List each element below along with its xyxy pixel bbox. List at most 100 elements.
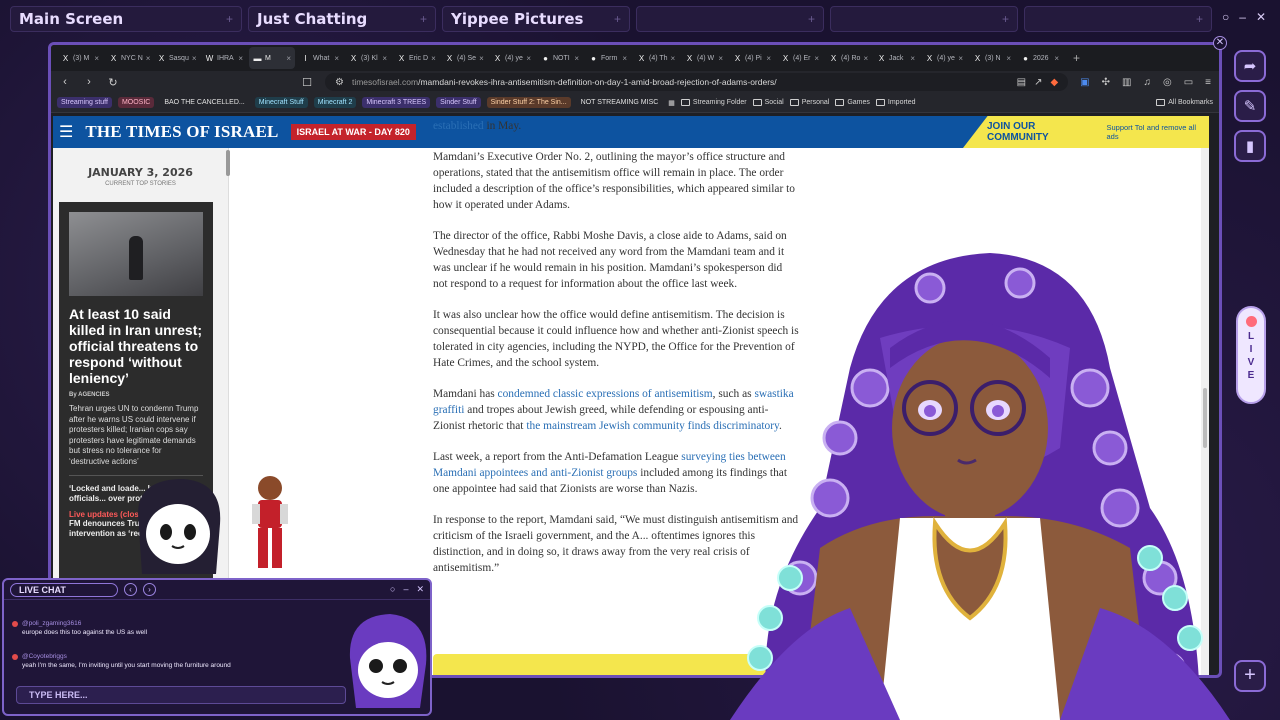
reader-icon[interactable]: ▤ — [1017, 77, 1026, 88]
tab-close-icon[interactable]: × — [1054, 54, 1059, 63]
join-community-banner[interactable]: JOIN OUR COMMUNITY Support ToI and remov… — [963, 116, 1209, 148]
sidebar-scrollbar[interactable] — [226, 150, 230, 176]
browser-tab[interactable]: ● Form × — [585, 47, 631, 69]
share-icon[interactable]: ➦ — [1234, 50, 1266, 82]
war-day-badge[interactable]: ISRAEL AT WAR - DAY 820 — [290, 124, 416, 140]
tab-close-icon[interactable]: × — [766, 54, 771, 63]
url-field[interactable]: ⚙ timesofisrael.com/mamdani-revokes-ihra… — [325, 73, 1069, 91]
bookmark-folder[interactable]: Streaming Folder — [680, 99, 747, 106]
tab-close-icon[interactable]: × — [622, 54, 627, 63]
chat-next-icon[interactable]: › — [143, 583, 156, 596]
plus-icon[interactable]: + — [808, 12, 815, 26]
plus-icon[interactable]: + — [1002, 12, 1009, 26]
browser-tab[interactable]: X (4) Se × — [441, 47, 487, 69]
browser-tab[interactable]: X Eric D × — [393, 47, 439, 69]
chat-minimize-icon[interactable]: – — [403, 584, 408, 595]
bookmark-item[interactable]: MOOSIC — [117, 97, 155, 108]
add-icon[interactable]: + — [1234, 660, 1266, 692]
scene-tab[interactable]: Main Screen + — [10, 6, 242, 32]
restore-icon[interactable]: ○ — [1222, 10, 1229, 24]
share-url-icon[interactable]: ↗ — [1034, 77, 1042, 88]
tab-close-icon[interactable]: × — [238, 54, 243, 63]
bookmark-item[interactable]: Minecraft 2 — [313, 97, 357, 108]
forward-icon[interactable]: › — [83, 76, 95, 88]
browser-tab[interactable]: X (4) W × — [681, 47, 727, 69]
back-icon[interactable]: ‹ — [59, 76, 71, 88]
close-icon[interactable]: ✕ — [1256, 10, 1266, 24]
browser-tab[interactable]: X (4) Pi × — [729, 47, 775, 69]
bookmark-icon[interactable]: ▮ — [1234, 130, 1266, 162]
article-link[interactable]: condemned classic expressions of antisem… — [498, 388, 713, 400]
plus-icon[interactable]: + — [420, 12, 427, 26]
tab-close-icon[interactable]: × — [863, 54, 868, 63]
browser-tab[interactable]: X (3) Kl × — [345, 47, 391, 69]
browser-close-icon[interactable]: ✕ — [1213, 36, 1227, 50]
tab-close-icon[interactable]: × — [574, 54, 579, 63]
bookmark-item[interactable]: Sinder Stuff 2: The Sin... — [486, 97, 571, 108]
music-icon[interactable]: ♫ — [1143, 77, 1151, 88]
browser-tab[interactable]: X (3) N × — [969, 47, 1015, 69]
bookmark-item[interactable]: Sinder Stuff — [436, 97, 481, 108]
bookmark-item[interactable]: BAO THE CANCELLED... — [160, 97, 248, 108]
browser-tab[interactable]: ● NOTI × — [537, 47, 583, 69]
scene-tab[interactable]: Just Chatting + — [248, 6, 436, 32]
tab-close-icon[interactable]: × — [958, 54, 963, 63]
extension-icon[interactable]: ▣ — [1080, 77, 1089, 88]
bookmark-item[interactable]: Streaming stuff — [57, 97, 112, 108]
article-link[interactable]: established — [433, 120, 484, 132]
browser-tab[interactable]: ● 2026 × — [1017, 47, 1063, 69]
chat-input[interactable]: TYPE HERE... — [16, 686, 346, 704]
scene-tab[interactable]: + — [636, 6, 824, 32]
chat-username[interactable]: @Coyotebriggs — [22, 653, 67, 660]
bookmark-folder[interactable]: Personal — [789, 99, 829, 106]
browser-tab[interactable]: X (4) Er × — [777, 47, 823, 69]
bookmark-item[interactable]: Minecraft Stuff — [254, 97, 308, 108]
hamburger-menu-icon[interactable]: ☰ — [59, 122, 73, 142]
chat-restore-icon[interactable]: ○ — [390, 584, 395, 595]
tab-close-icon[interactable]: × — [286, 54, 291, 63]
site-info-icon[interactable]: ⚙ — [335, 77, 344, 88]
scene-tab[interactable]: + — [830, 6, 1018, 32]
plus-icon[interactable]: + — [1196, 12, 1203, 26]
all-bookmarks[interactable]: All Bookmarks — [1156, 99, 1213, 106]
tab-close-icon[interactable]: × — [382, 54, 387, 63]
tab-close-icon[interactable]: × — [431, 54, 436, 63]
bookmark-item[interactable]: Minecraft 3 TREES — [362, 97, 431, 108]
wallet-icon[interactable]: ▭ — [1184, 77, 1193, 88]
minimize-icon[interactable]: – — [1239, 10, 1246, 24]
browser-tab[interactable]: I What × — [297, 47, 343, 69]
new-tab-icon[interactable]: + — [1065, 51, 1080, 65]
puzzle-icon[interactable]: ✣ — [1102, 77, 1110, 88]
bookmark-page-icon[interactable]: ☐ — [301, 76, 313, 89]
browser-tab[interactable]: W IHRA × — [201, 47, 247, 69]
tab-close-icon[interactable]: × — [334, 54, 339, 63]
browser-tab[interactable]: X (4) Th × — [633, 47, 679, 69]
tab-close-icon[interactable]: × — [146, 54, 151, 63]
tab-close-icon[interactable]: × — [671, 54, 676, 63]
browser-tab[interactable]: X (4) ye × — [921, 47, 967, 69]
sidebar-toggle-icon[interactable]: ▥ — [1122, 77, 1131, 88]
site-logo[interactable]: THE TIMES OF ISRAEL — [85, 122, 278, 142]
browser-tab[interactable]: X (4) ye × — [489, 47, 535, 69]
bookmark-folder[interactable]: Social — [752, 99, 784, 106]
tab-groups-icon[interactable]: ▦ — [668, 99, 675, 107]
reload-icon[interactable]: ↻ — [107, 76, 119, 89]
tab-close-icon[interactable]: × — [718, 54, 723, 63]
tab-close-icon[interactable]: × — [814, 54, 819, 63]
browser-tab[interactable]: X NYC N × — [105, 47, 151, 69]
tab-close-icon[interactable]: × — [94, 54, 99, 63]
story-headline[interactable]: At least 10 said killed in Iran unrest; … — [59, 306, 213, 386]
chat-close-icon[interactable]: ✕ — [416, 584, 424, 595]
browser-tab[interactable]: ▬ M × — [249, 47, 295, 69]
scene-tab[interactable]: Yippee Pictures + — [442, 6, 630, 32]
bookmark-folder[interactable]: Games — [835, 99, 870, 106]
menu-icon[interactable]: ≡ — [1205, 77, 1211, 88]
tab-close-icon[interactable]: × — [192, 54, 197, 63]
browser-tab[interactable]: X (3) M × — [57, 47, 103, 69]
plus-icon[interactable]: + — [226, 12, 233, 26]
tab-close-icon[interactable]: × — [526, 54, 531, 63]
story-photo[interactable] — [69, 212, 203, 296]
brave-shield-icon[interactable]: ◆ — [1050, 77, 1058, 88]
browser-tab[interactable]: X (4) Ro × — [825, 47, 871, 69]
feather-icon[interactable]: ✎ — [1234, 90, 1266, 122]
